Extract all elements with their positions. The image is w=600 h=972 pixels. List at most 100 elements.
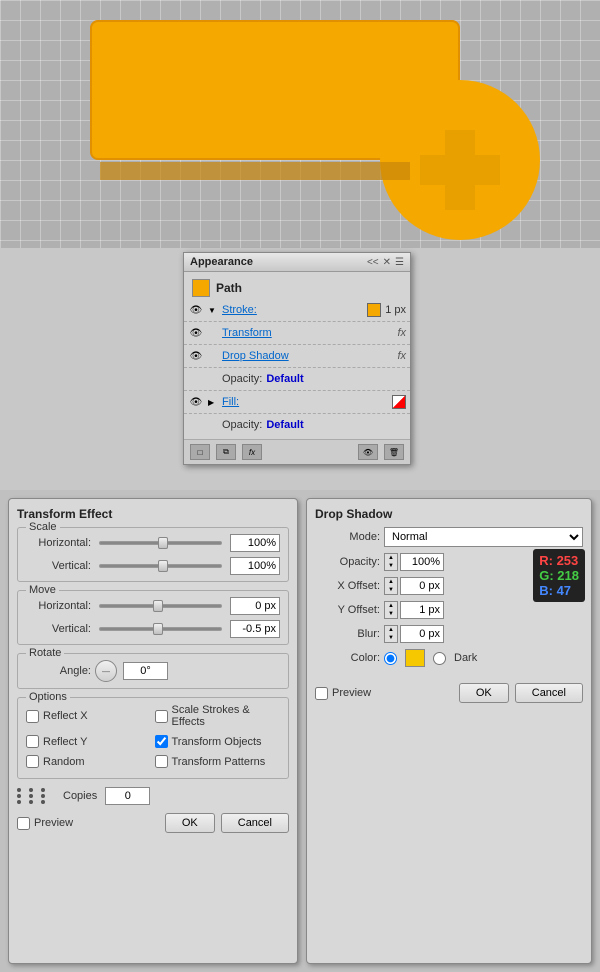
transform-cancel-button[interactable]: Cancel — [221, 813, 289, 833]
ds-color-swatch[interactable] — [405, 649, 425, 667]
transform-patterns-checkbox[interactable] — [155, 755, 168, 768]
ds-cancel-button[interactable]: Cancel — [515, 683, 583, 703]
random-checkbox[interactable] — [26, 755, 39, 768]
ds-x-down[interactable]: ▼ — [385, 586, 397, 594]
scale-h-thumb[interactable] — [158, 537, 168, 549]
footer-new-icon[interactable]: □ — [190, 444, 210, 460]
divider-5 — [184, 413, 410, 414]
path-label: Path — [216, 281, 242, 295]
path-swatch — [192, 279, 210, 297]
move-v-slider[interactable] — [99, 627, 222, 631]
opacity-value[interactable]: Default — [266, 373, 303, 385]
orange-plus-shape — [410, 120, 510, 220]
stroke-value: 1 px — [385, 304, 406, 316]
point-7 — [17, 800, 21, 804]
ds-preview-checkbox[interactable] — [315, 687, 328, 700]
transform-row: 👁 Transform fx — [184, 323, 410, 343]
ds-x-group: ▲ ▼ — [384, 577, 444, 595]
transform-objects-label: Transform Objects — [172, 736, 262, 748]
ds-y-spinner[interactable]: ▲ ▼ — [384, 601, 398, 619]
move-h-slider[interactable] — [99, 604, 222, 608]
ds-y-up[interactable]: ▲ — [385, 602, 397, 610]
point-5 — [29, 794, 33, 798]
point-9 — [41, 800, 45, 804]
opacity-row: Opacity: Default — [184, 369, 410, 389]
ds-x-spinner[interactable]: ▲ ▼ — [384, 577, 398, 595]
ds-opacity-group: ▲ ▼ — [384, 553, 444, 571]
drop-shadow-panel: Drop Shadow Mode: Normal Multiply Screen… — [306, 498, 592, 964]
stroke-label[interactable]: Stroke: — [222, 304, 363, 316]
scale-h-input[interactable] — [230, 534, 280, 552]
ds-opacity-input[interactable] — [400, 553, 444, 571]
ds-mode-label: Mode: — [315, 531, 380, 543]
transform-fx-icon: fx — [397, 327, 406, 339]
footer-eye-icon[interactable]: 👁 — [358, 444, 378, 460]
drop-shadow-label[interactable]: Drop Shadow — [222, 350, 393, 362]
point-6 — [41, 794, 45, 798]
move-v-thumb[interactable] — [153, 623, 163, 635]
transform-objects-checkbox[interactable] — [155, 735, 168, 748]
appearance-titlebar: Appearance << ✕ ☰ — [184, 253, 410, 272]
point-2 — [29, 788, 33, 792]
ds-opacity-down[interactable]: ▼ — [385, 562, 397, 570]
transform-patterns-label: Transform Patterns — [172, 756, 266, 768]
panel-close-icon[interactable]: ✕ — [383, 257, 391, 268]
ds-x-up[interactable]: ▲ — [385, 578, 397, 586]
divider-4 — [184, 390, 410, 391]
transform-preview-checkbox[interactable] — [17, 817, 30, 830]
ds-blur-input[interactable] — [400, 625, 444, 643]
copies-input[interactable] — [105, 787, 150, 805]
ds-y-down[interactable]: ▼ — [385, 610, 397, 618]
panel-menu-icon[interactable]: ☰ — [395, 257, 404, 268]
move-h-row: Horizontal: — [26, 597, 280, 615]
scale-h-slider[interactable] — [99, 541, 222, 545]
ds-mode-select[interactable]: Normal Multiply Screen — [384, 527, 583, 547]
scale-v-input[interactable] — [230, 557, 280, 575]
fill-swatch[interactable] — [392, 395, 406, 409]
stroke-color-swatch[interactable] — [367, 303, 381, 317]
fill-label[interactable]: Fill: — [222, 396, 388, 408]
reflect-x-checkbox[interactable] — [26, 710, 39, 723]
transform-objects-row: Transform Objects — [155, 735, 281, 748]
fill-expand-icon[interactable]: ▶ — [208, 398, 218, 407]
footer-fx-icon[interactable]: fx — [242, 444, 262, 460]
rotate-label: Rotate — [26, 647, 64, 659]
ds-preview-label: Preview — [332, 687, 371, 699]
angle-input[interactable] — [123, 662, 168, 680]
footer-dupe-icon[interactable]: ⧉ — [216, 444, 236, 460]
ds-blur-spinner[interactable]: ▲ ▼ — [384, 625, 398, 643]
drop-shadow-visibility-icon[interactable]: 👁 — [188, 349, 204, 363]
transform-label[interactable]: Transform — [222, 327, 393, 339]
move-h-input[interactable] — [230, 597, 280, 615]
ds-ok-button[interactable]: OK — [459, 683, 509, 703]
options-label: Options — [26, 691, 70, 703]
scale-v-thumb[interactable] — [158, 560, 168, 572]
transform-ok-button[interactable]: OK — [165, 813, 215, 833]
stroke-expand-icon[interactable]: ▼ — [208, 306, 218, 315]
transform-visibility-icon[interactable]: 👁 — [188, 326, 204, 340]
panel-controls: << ✕ ☰ — [367, 257, 404, 268]
move-v-input[interactable] — [230, 620, 280, 638]
fill-opacity-value[interactable]: Default — [266, 419, 303, 431]
scale-strokes-checkbox[interactable] — [155, 710, 168, 723]
ds-opacity-up[interactable]: ▲ — [385, 554, 397, 562]
move-h-thumb[interactable] — [153, 600, 163, 612]
rotate-row: Angle: — [26, 660, 280, 682]
ds-y-input[interactable] — [400, 601, 444, 619]
ds-dark-radio[interactable] — [433, 652, 446, 665]
ds-blur-up[interactable]: ▲ — [385, 626, 397, 634]
scale-v-slider[interactable] — [99, 564, 222, 568]
fill-visibility-icon[interactable]: 👁 — [188, 395, 204, 409]
move-v-row: Vertical: — [26, 620, 280, 638]
ds-color-radio[interactable] — [384, 652, 397, 665]
ds-blur-down[interactable]: ▼ — [385, 634, 397, 642]
angle-dial[interactable] — [95, 660, 117, 682]
reflect-y-checkbox[interactable] — [26, 735, 39, 748]
ds-opacity-label: Opacity: — [315, 556, 380, 568]
ds-color-row: Color: Dark — [315, 649, 583, 667]
ds-opacity-spinner[interactable]: ▲ ▼ — [384, 553, 398, 571]
ds-x-input[interactable] — [400, 577, 444, 595]
footer-delete-icon[interactable]: 🗑 — [384, 444, 404, 460]
stroke-visibility-icon[interactable]: 👁 — [188, 303, 204, 317]
panel-collapse-icon[interactable]: << — [367, 257, 379, 268]
